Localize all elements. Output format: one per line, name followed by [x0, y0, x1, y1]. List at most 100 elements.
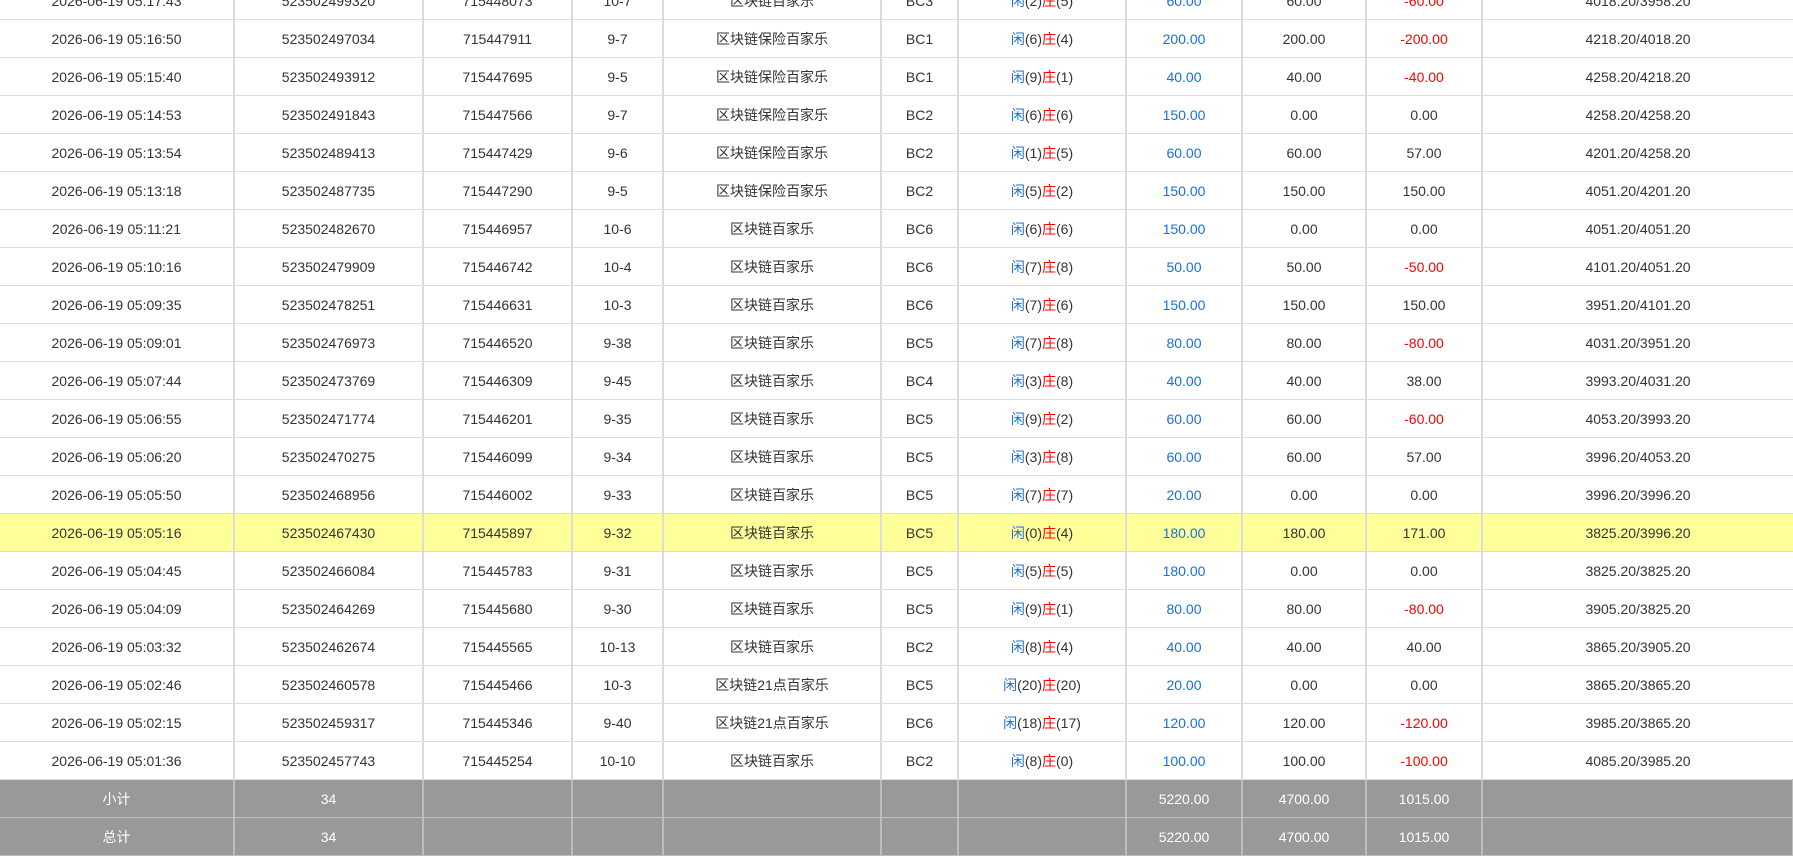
table-code: BC6	[881, 209, 959, 248]
game-id: 715446099	[423, 437, 573, 476]
bet-id: 523502482670	[234, 209, 424, 248]
banker-label: 庄	[1042, 752, 1056, 769]
game-id: 715445680	[423, 589, 573, 628]
banker-label: 庄	[1042, 334, 1056, 351]
round-number: 9-5	[572, 57, 664, 96]
bet-id: 523502473769	[234, 361, 424, 400]
game-id: 715446520	[423, 323, 573, 362]
valid-bet-amount: 60.00	[1242, 0, 1367, 20]
banker-points: (6)	[1056, 220, 1074, 237]
valid-bet-amount: 0.00	[1242, 475, 1367, 514]
banker-points: (5)	[1056, 144, 1074, 161]
round-number: 9-34	[572, 437, 664, 476]
bet-id: 523502464269	[234, 589, 424, 628]
valid-bet-amount: 40.00	[1242, 57, 1367, 96]
total-bet: 5220.00	[1126, 817, 1243, 856]
table-code: BC5	[881, 589, 959, 628]
bet-time: 2026-06-19 05:09:35	[0, 285, 235, 324]
subtotal-empty-cell	[423, 779, 573, 818]
game-id: 715446002	[423, 475, 573, 514]
banker-points: (4)	[1056, 638, 1074, 655]
player-label: 闲	[1010, 258, 1025, 275]
total-empty-cell	[423, 817, 573, 856]
total-empty-cell	[572, 817, 664, 856]
table-row: 2026-06-19 05:02:46 523502460578 7154454…	[0, 665, 1793, 704]
bet-amount: 100.00	[1126, 741, 1243, 780]
game-name: 区块链百家乐	[663, 589, 882, 628]
banker-points: (5)	[1056, 562, 1074, 579]
bet-amount: 150.00	[1126, 209, 1243, 248]
game-id: 715447290	[423, 171, 573, 210]
win-loss-amount: 0.00	[1366, 665, 1483, 704]
game-result: 闲(7)庄(8)	[958, 323, 1127, 362]
player-points: (7)	[1024, 334, 1042, 351]
table-row: 2026-06-19 05:15:40 523502493912 7154476…	[0, 57, 1793, 96]
banker-label: 庄	[1042, 676, 1056, 693]
game-name: 区块链保险百家乐	[663, 133, 882, 172]
table-row: 2026-06-19 05:06:55 523502471774 7154462…	[0, 399, 1793, 438]
subtotal-count: 34	[234, 779, 424, 818]
banker-points: (6)	[1056, 296, 1074, 313]
game-id: 715445346	[423, 703, 573, 742]
bet-time: 2026-06-19 05:16:50	[0, 19, 235, 58]
banker-points: (6)	[1056, 106, 1074, 123]
table-code: BC1	[881, 57, 959, 96]
banker-label: 庄	[1042, 220, 1056, 237]
player-label: 闲	[1010, 524, 1025, 541]
bet-amount: 150.00	[1126, 95, 1243, 134]
bet-id: 523502497034	[234, 19, 424, 58]
win-loss-amount: -80.00	[1366, 589, 1483, 628]
total-empty-cell	[1482, 817, 1793, 856]
win-loss-amount: 0.00	[1366, 551, 1483, 590]
balance-before-after: 3865.20/3905.20	[1482, 627, 1793, 666]
game-result: 闲(6)庄(6)	[958, 209, 1127, 248]
bet-time: 2026-06-19 05:13:54	[0, 133, 235, 172]
win-loss-amount: -60.00	[1366, 0, 1483, 20]
round-number: 9-45	[572, 361, 664, 400]
game-result: 闲(5)庄(5)	[958, 551, 1127, 590]
subtotal-empty-cell	[572, 779, 664, 818]
valid-bet-amount: 150.00	[1242, 171, 1367, 210]
banker-points: (8)	[1056, 334, 1074, 351]
win-loss-amount: -40.00	[1366, 57, 1483, 96]
game-result: 闲(9)庄(1)	[958, 589, 1127, 628]
table-code: BC1	[881, 19, 959, 58]
table-code: BC5	[881, 437, 959, 476]
bet-time: 2026-06-19 05:10:16	[0, 247, 235, 286]
balance-before-after: 4258.20/4218.20	[1482, 57, 1793, 96]
banker-points: (2)	[1056, 410, 1074, 427]
win-loss-amount: -100.00	[1366, 741, 1483, 780]
round-number: 9-7	[572, 19, 664, 58]
balance-before-after: 4085.20/3985.20	[1482, 741, 1793, 780]
bet-time: 2026-06-19 05:14:53	[0, 95, 235, 134]
bet-amount: 40.00	[1126, 57, 1243, 96]
bet-time: 2026-06-19 05:17:43	[0, 0, 235, 20]
table-code: BC5	[881, 513, 959, 552]
table-code: BC5	[881, 323, 959, 362]
table-row: 2026-06-19 05:11:21 523502482670 7154469…	[0, 209, 1793, 248]
table-code: BC2	[881, 741, 959, 780]
valid-bet-amount: 50.00	[1242, 247, 1367, 286]
round-number: 9-5	[572, 171, 664, 210]
game-result: 闲(7)庄(7)	[958, 475, 1127, 514]
total-empty-cell	[881, 817, 959, 856]
game-result: 闲(8)庄(0)	[958, 741, 1127, 780]
player-points: (18)	[1017, 714, 1042, 731]
banker-label: 庄	[1042, 372, 1056, 389]
banker-label: 庄	[1042, 562, 1056, 579]
game-name: 区块链百家乐	[663, 247, 882, 286]
win-loss-amount: -60.00	[1366, 399, 1483, 438]
win-loss-amount: 57.00	[1366, 133, 1483, 172]
round-number: 10-10	[572, 741, 664, 780]
bet-amount: 120.00	[1126, 703, 1243, 742]
balance-before-after: 3825.20/3996.20	[1482, 513, 1793, 552]
subtotal-empty-cell	[881, 779, 959, 818]
bet-time: 2026-06-19 05:04:45	[0, 551, 235, 590]
bet-records-table: 2026-06-19 05:17:43 523502499320 7154480…	[0, 0, 1793, 856]
bet-amount: 40.00	[1126, 627, 1243, 666]
table-summary: 小计 34 5220.00 4700.00 1015.00 总计 34 5220…	[0, 779, 1793, 856]
banker-points: (2)	[1056, 182, 1074, 199]
game-name: 区块链百家乐	[663, 741, 882, 780]
valid-bet-amount: 60.00	[1242, 399, 1367, 438]
banker-label: 庄	[1042, 0, 1056, 9]
